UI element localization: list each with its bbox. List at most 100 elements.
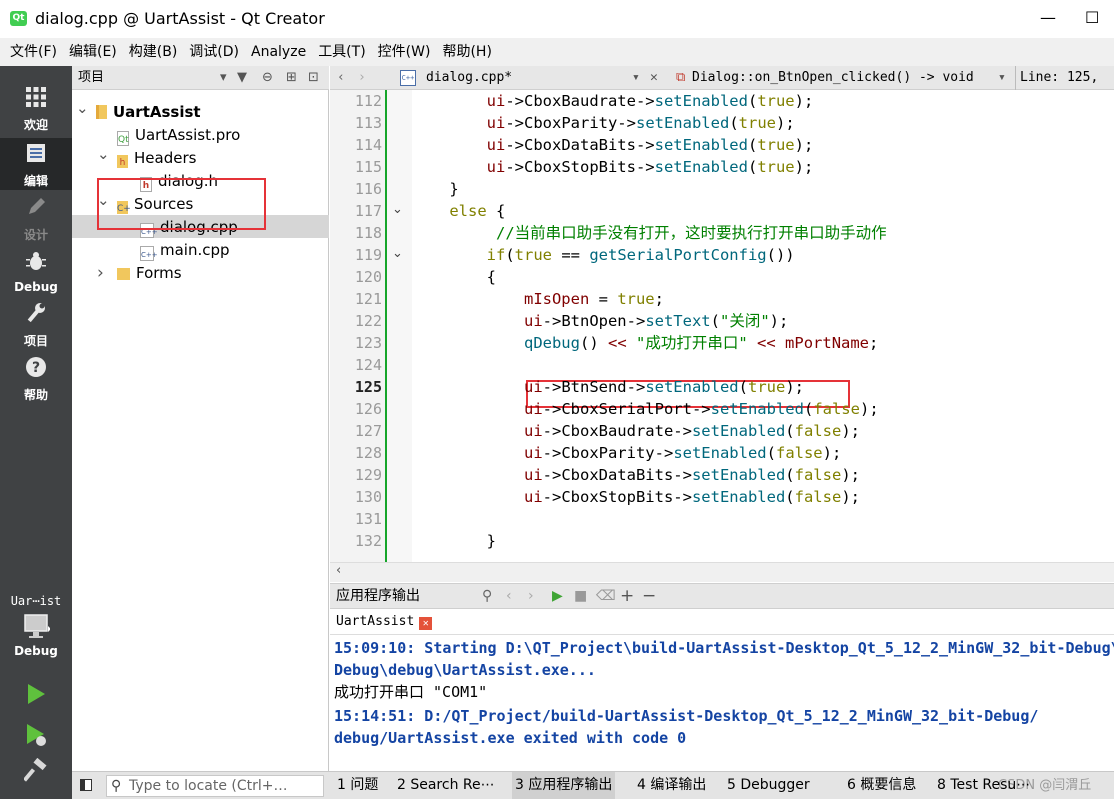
code-line[interactable]: ui->CboxDataBits->setEnabled(true); [412,134,814,156]
menu-item-2[interactable]: 构建(B) [123,38,184,66]
close-file-icon[interactable]: ✕ [650,66,658,90]
maximize-button[interactable]: ☐ [1085,8,1099,27]
output-pane-tab-5[interactable]: 5 Debugger [724,772,813,799]
next-icon[interactable]: › [528,584,534,608]
code-line[interactable]: //当前串口助手没有打开，这时要执行打开串口助手动作 [412,222,887,244]
symbol-dropdown-icon[interactable]: ▾ [998,66,1006,90]
line-number: 112 [354,92,382,110]
kit-config-label: Debug [14,644,58,658]
prev-icon[interactable]: ‹ [506,584,512,608]
code-line[interactable]: { [412,266,496,288]
output-pane-tab-4[interactable]: 4 编译输出 [634,772,709,799]
play-icon [0,682,72,718]
mode-5[interactable]: ? 帮助 [0,356,72,403]
attach-icon[interactable]: ⚲ [482,584,492,608]
mode-1[interactable]: 编辑 [0,138,72,190]
editor-file-tab[interactable]: dialog.cpp* [426,66,512,90]
code-line[interactable]: ui->BtnOpen->setText("关闭"); [412,310,788,332]
run-button[interactable] [0,682,72,720]
zoom-out-icon[interactable]: − [642,584,656,608]
symbol-icon: ⧉ [676,70,686,85]
mode-bar: Uar⋯ist Debug 欢迎编辑设计 Debug 项目 ? 帮助 [0,66,72,799]
code-area[interactable]: ui->CboxBaudrate->setEnabled(true); ui->… [412,90,1114,562]
output-pane-tab-2[interactable]: 2 Search Re⋯ [394,772,498,799]
mode-4[interactable]: 项目 [0,302,72,349]
menu-item-4[interactable]: Analyze [245,38,312,66]
rerun-icon[interactable]: ▶ [552,584,563,608]
code-line[interactable]: } [412,530,496,552]
fold-marker-icon[interactable]: ⌄ [392,202,403,217]
fold-marker-icon[interactable]: ⌄ [392,246,403,261]
tree-label: Forms [136,264,182,282]
locator-input[interactable]: ⚲ Type to locate (Ctrl+… [106,775,324,797]
code-line[interactable]: qDebug() << "成功打开串口" << mPortName; [412,332,878,354]
kit-selector[interactable]: Debug [0,612,72,658]
mode-3[interactable]: Debug [0,250,72,294]
menu-item-0[interactable]: 文件(F) [4,38,63,66]
horizontal-scrollbar[interactable]: ‹ [330,562,1114,582]
scroll-left-icon[interactable]: ‹ [336,563,341,578]
chevron-right-icon[interactable]: › [97,262,104,285]
tree-item-forms[interactable]: › Forms [97,262,182,285]
build-button[interactable] [0,757,72,796]
output-pane-header: 应用程序输出 ⚲ ‹ › ▶ ■ ⌫ + − [330,583,1114,609]
code-line[interactable]: ui->CboxParity->setEnabled(false); [412,442,841,464]
menu-item-1[interactable]: 编辑(E) [63,38,123,66]
zoom-in-icon[interactable]: + [620,584,634,608]
code-line[interactable]: ui->CboxStopBits->setEnabled(false); [412,486,860,508]
close-pane-icon[interactable]: ⊡ [308,66,319,90]
mode-0[interactable]: 欢迎 [0,86,72,133]
filter-icon[interactable]: ▼ [237,66,247,90]
code-line[interactable]: if(true == getSerialPortConfig()) [412,244,795,266]
document-icon [0,142,72,170]
qt-logo-icon: Qt [10,11,27,26]
line-number-gutter: 112 113 114 115 116 117 118 119 120 121 122 123 124 1… [330,90,385,562]
code-line[interactable]: } [412,178,458,200]
line-number: 124 [354,356,382,374]
code-line[interactable]: else { [412,200,505,222]
code-line[interactable]: ui->CboxBaudrate->setEnabled(true); [412,90,814,112]
link-icon[interactable]: ⊖ [262,66,273,90]
forward-arrow-icon[interactable]: › [358,66,366,90]
toggle-sidebar-icon[interactable] [80,779,92,791]
menu-item-3[interactable]: 调试(D) [183,38,245,66]
tree-item-main-cpp[interactable]: C++ main.cpp [140,239,230,262]
output-log[interactable]: 15:09:10: Starting D:\QT_Project\build-U… [330,635,1114,771]
split-icon[interactable]: ⊞ [286,66,297,90]
menu-item-6[interactable]: 控件(W) [372,38,437,66]
code-line[interactable]: ui->CboxDataBits->setEnabled(false); [412,464,860,486]
code-line[interactable]: ui->CboxBaudrate->setEnabled(false); [412,420,860,442]
mode-2[interactable]: 设计 [0,196,72,243]
back-arrow-icon[interactable]: ‹ [337,66,345,90]
file-dropdown-icon[interactable]: ▾ [632,66,640,90]
code-line[interactable]: ui->CboxParity->setEnabled(true); [412,112,795,134]
dropdown-icon[interactable]: ▾ [220,66,227,90]
code-line[interactable]: ui->CboxStopBits->setEnabled(true); [412,156,814,178]
debug-run-button[interactable] [0,722,72,762]
output-pane-tab-6[interactable]: 6 概要信息 [844,772,919,799]
kit-project-label: Uar⋯ist [10,594,62,608]
grid-icon [0,86,72,114]
chevron-down-icon[interactable]: ⌄ [97,143,110,166]
symbol-selector[interactable]: Dialog::on_BtnOpen_clicked() -> void [692,66,974,90]
editor-toolbar: ‹ › C++ dialog.cpp* ▾ ✕ ⧉ Dialog::on_Btn… [330,66,1114,114]
stop-icon[interactable]: ■ [574,584,587,608]
output-pane-tab-3[interactable]: 3 应用程序输出 [512,772,616,799]
tree-item-headers[interactable]: ⌄ h Headers [97,145,196,170]
minimize-button[interactable]: — [1040,8,1056,27]
output-tab-uartassist[interactable]: UartAssist ✕ [336,611,433,633]
output-pane-tab-7[interactable]: 8 Test Resu⋯ [934,772,1033,799]
output-pane-tab-1[interactable]: 1 问题 [334,772,381,799]
clear-icon[interactable]: ⌫ [596,584,616,608]
menu-item-7[interactable]: 帮助(H) [436,38,497,66]
chevron-down-icon[interactable]: ⌄ [76,97,89,120]
tree-item-uartassist-pro[interactable]: Qt UartAssist.pro [117,124,240,147]
menu-item-5[interactable]: 工具(T) [312,38,371,66]
tree-label: main.cpp [160,241,230,259]
code-line[interactable]: mIsOpen = true; [412,288,664,310]
tree-item-uartassist[interactable]: ⌄ UartAssist [76,99,201,124]
code-line[interactable]: ui->CboxSerialPort->setEnabled(false); [412,398,879,420]
pro-file-icon: Qt [117,131,129,146]
code-line[interactable]: ui->BtnSend->setEnabled(true); [412,376,804,398]
close-tab-icon[interactable]: ✕ [419,617,433,630]
